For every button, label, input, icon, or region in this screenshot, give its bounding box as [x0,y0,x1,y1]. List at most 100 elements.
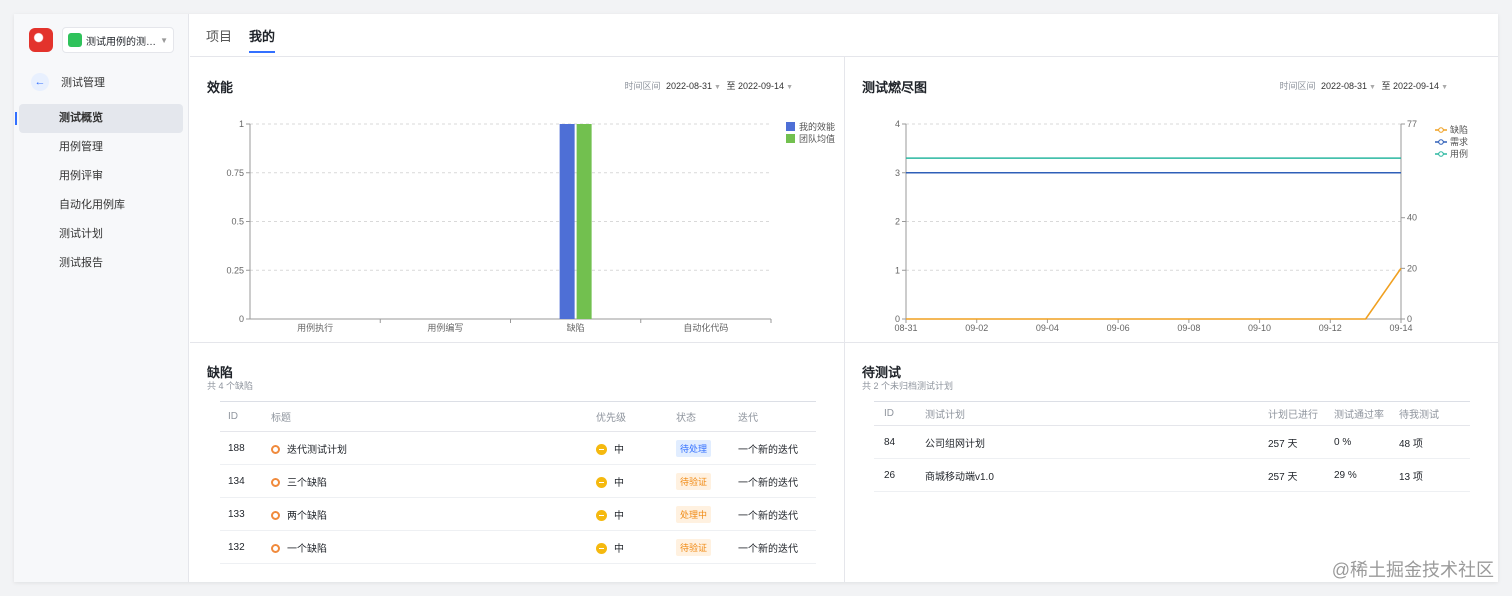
plan-mine: 48 项 [1399,425,1470,459]
back-link[interactable]: ← 测试管理 [31,73,105,91]
priority-medium-icon [596,542,607,554]
x-tick-label: 用例编写 [427,322,463,333]
y-right-tick-label: 20 [1407,263,1417,273]
bug-icon [271,543,280,553]
table-row[interactable]: 134 三个缺陷 中 待验证 一个新的迭代 [220,464,816,498]
legend-swatch [786,134,795,143]
defects-panel: 缺陷 共 4 个缺陷 ID 标题 优先级 状态 迭代 188 迭代测试计划中待处理… [190,343,844,582]
table-row[interactable]: 133 两个缺陷 中 处理中 一个新的迭代 [220,497,816,531]
sidebar-item-reports[interactable]: 测试报告 [19,249,183,278]
col-id: ID [874,401,925,426]
sidebar-item-overview[interactable]: 测试概览 [15,104,183,133]
defect-status-cell: 处理中 [676,497,738,531]
defect-id: 134 [220,464,271,498]
defect-title-cell[interactable]: 迭代测试计划 [271,431,596,465]
chevron-down-icon: ▼ [714,84,721,91]
x-tick-label: 09-04 [1036,323,1059,333]
defect-iteration: 一个新的迭代 [738,431,816,465]
y-left-tick-label: 3 [895,168,900,178]
table-row[interactable]: 132 一个缺陷 中 待验证 一个新的迭代 [220,530,816,564]
col-iteration: 迭代 [738,401,816,432]
sidebar-item-review[interactable]: 用例评审 [19,162,183,191]
pending-count: 共 2 个未归档测试计划 [862,381,954,391]
bug-icon [271,477,280,487]
plan-id: 84 [874,425,925,459]
plan-name[interactable]: 公司组网计划 [925,425,1268,459]
range-start[interactable]: 2022-08-31 [666,81,712,91]
app-window: 测试用例的测试项目 ▼ ← 测试管理 测试概览 用例管理 用例评审 自动化用例库… [14,14,1498,582]
col-status: 状态 [676,401,738,432]
table-row[interactable]: 26 商城移动端v1.0 257 天 29 % 13 项 [874,458,1470,492]
table-row[interactable]: 188 迭代测试计划 中 待处理 一个新的迭代 [220,431,816,465]
y-left-tick-label: 1 [895,265,900,275]
defect-priority: 中 [614,510,624,522]
project-selector[interactable]: 测试用例的测试项目 ▼ [62,27,174,53]
range-end[interactable]: 2022-09-14 [1393,81,1439,91]
burndown-panel: 测试燃尽图 时间区间 2022-08-31 ▼ 至 2022-09-14 ▼ 012… [845,58,1498,342]
defect-title-cell[interactable]: 两个缺陷 [271,497,596,531]
status-badge[interactable]: 处理中 [676,505,712,523]
bar-mine [559,124,575,319]
priority-medium-icon [596,509,607,521]
defect-id: 188 [220,431,271,465]
defect-priority: 中 [614,543,624,555]
project-name: 测试用例的测试项目 [86,36,157,48]
priority-medium-icon [596,476,607,488]
plan-elapsed: 257 天 [1268,458,1334,492]
sidebar-item-automation[interactable]: 自动化用例库 [19,191,183,220]
tab-mine[interactable]: 我的 [249,14,276,57]
arrow-left-icon[interactable]: ← [31,73,49,91]
defect-iteration: 一个新的迭代 [738,497,816,531]
range-end[interactable]: 2022-09-14 [738,81,784,91]
range-start[interactable]: 2022-08-31 [1321,81,1367,91]
defect-priority-cell: 中 [596,530,676,564]
tab-bar: 项目 我的 [190,14,1498,57]
back-label: 测试管理 [61,77,105,89]
x-tick-label: 09-06 [1107,323,1130,333]
main-content: 项目 我的 效能 时间区间 2022-08-31 ▼ 至 2022-09-14 ▼ … [190,14,1498,582]
range-separator: 至 [1381,81,1391,91]
defect-status-cell: 待验证 [676,464,738,498]
sidebar-item-cases[interactable]: 用例管理 [19,133,183,162]
burndown-title: 测试燃尽图 [862,80,928,95]
y-tick-label: 0.75 [226,168,244,178]
x-tick-label: 09-12 [1319,323,1342,333]
range-separator: 至 [726,81,736,91]
watermark: @稀土掘金技术社区 [1331,560,1494,580]
col-priority: 优先级 [596,401,676,432]
sidebar-item-plans[interactable]: 测试计划 [19,220,183,249]
plan-pass-rate: 0 % [1334,425,1399,459]
defect-title: 三个缺陷 [287,477,327,489]
series-line-0 [906,267,1402,320]
range-label: 时间区间 [1279,81,1316,91]
y-tick-label: 0 [239,314,244,324]
defect-title-cell[interactable]: 三个缺陷 [271,464,596,498]
efficiency-date-range[interactable]: 时间区间 2022-08-31 ▼ 至 2022-09-14 ▼ [624,79,796,92]
app-logo [29,28,53,52]
col-pass-rate: 测试通过率 [1334,401,1399,426]
defect-status-cell: 待处理 [676,431,738,465]
status-badge[interactable]: 待验证 [676,538,712,556]
project-icon [68,33,82,47]
pending-panel: 待测试 共 2 个未归档测试计划 ID 测试计划 计划已进行 测试通过率 待我测… [845,343,1498,582]
legend-label: 用例 [1450,148,1468,159]
burndown-date-range[interactable]: 时间区间 2022-08-31 ▼ 至 2022-09-14 ▼ [1279,79,1451,92]
status-badge[interactable]: 待处理 [676,439,712,457]
y-tick-label: 0.25 [226,265,244,275]
defect-priority: 中 [614,477,624,489]
x-tick-label: 缺陷 [567,322,585,333]
x-tick-label: 09-14 [1389,323,1412,333]
defect-title-cell[interactable]: 一个缺陷 [271,530,596,564]
table-row[interactable]: 84 公司组网计划 257 天0 % 48 项 [874,425,1470,459]
y-right-tick-label: 77 [1407,119,1417,129]
chevron-down-icon: ▼ [786,84,793,91]
plan-name[interactable]: 商城移动端v1.0 [925,458,1268,492]
y-tick-label: 1 [239,119,244,129]
plan-elapsed: 257 天 [1268,425,1334,459]
status-badge[interactable]: 待验证 [676,472,712,490]
tab-project[interactable]: 项目 [206,14,232,57]
x-tick-label: 08-31 [894,323,917,333]
col-id: ID [220,401,271,432]
sidebar: 测试用例的测试项目 ▼ ← 测试管理 测试概览 用例管理 用例评审 自动化用例库… [14,14,189,582]
defect-status-cell: 待验证 [676,530,738,564]
